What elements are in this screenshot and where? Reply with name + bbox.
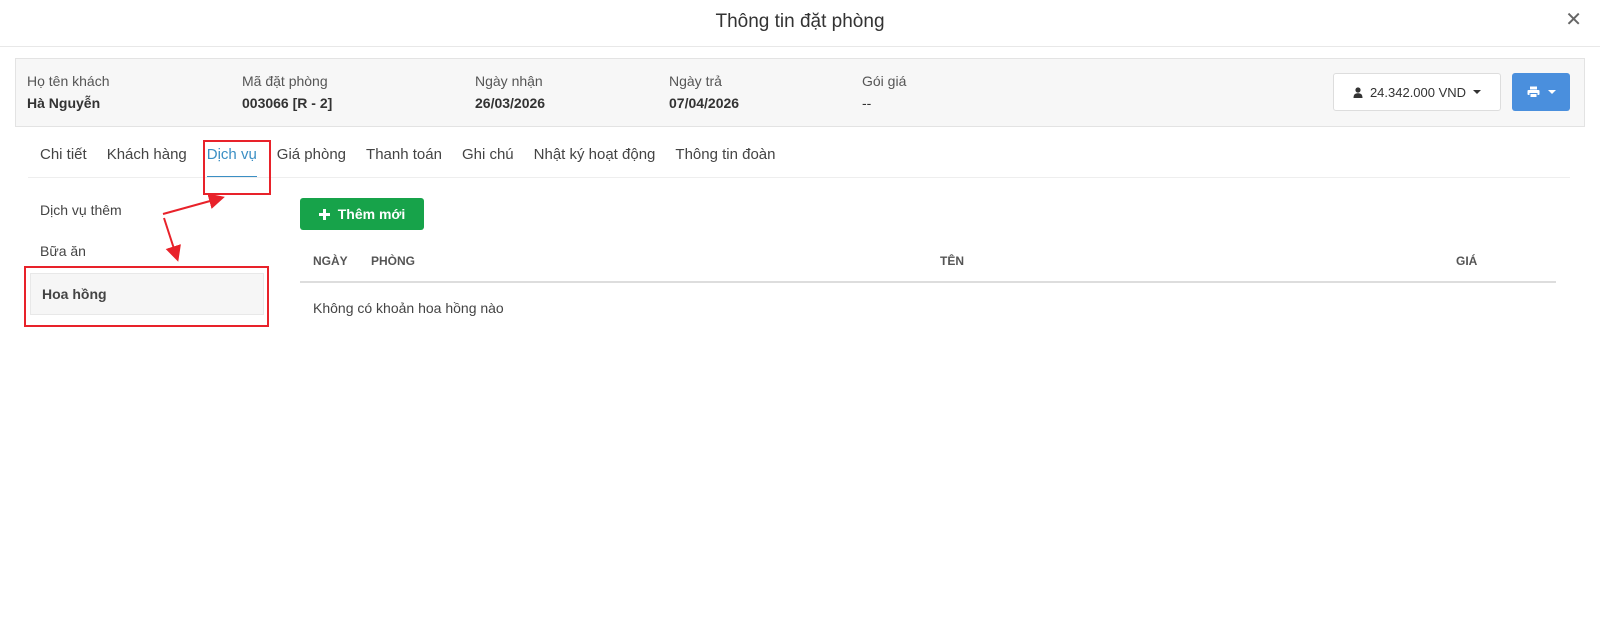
annotation-arrows <box>162 193 225 262</box>
annotation-arrow-to-tab <box>162 193 225 215</box>
annotation-arrow-to-item <box>163 217 181 262</box>
